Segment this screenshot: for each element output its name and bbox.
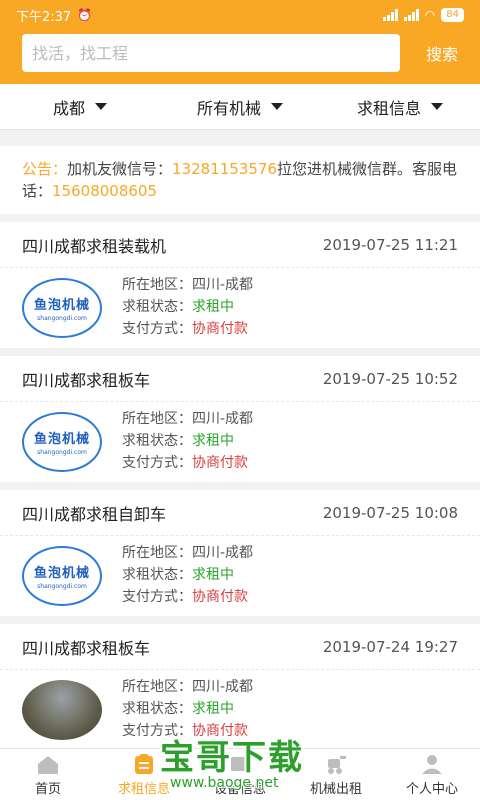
listing-card[interactable]: 四川成都求租板车 2019-07-25 10:52 鱼泡机械 shangongdi…: [0, 356, 480, 482]
listing-thumbnail: 鱼泡机械 shangongdi.com: [22, 546, 102, 606]
region-value: 四川-成都: [192, 411, 254, 427]
status-label: 求租状态：: [122, 701, 192, 717]
listing-card[interactable]: 四川成都求租自卸车 2019-07-25 10:08 鱼泡机械 shangongd…: [0, 490, 480, 616]
tab-machinery-rental[interactable]: 机械出租: [288, 749, 384, 800]
payment-value: 协商付款: [192, 723, 248, 739]
payment-value: 协商付款: [192, 321, 248, 337]
listing-title: 四川成都求租板车: [22, 370, 151, 390]
status-value: 求租中: [192, 567, 234, 583]
filter-info-type[interactable]: 求租信息: [320, 84, 480, 129]
filter-machinery-label: 所有机械: [196, 98, 261, 118]
tab-rent-requests-label: 求租信息: [117, 781, 170, 797]
listing-thumbnail: 鱼泡机械 shangongdi.com: [22, 278, 102, 338]
listing-card[interactable]: 四川成都求租装载机 2019-07-25 11:21 鱼泡机械 shangongd…: [0, 222, 480, 348]
tab-rent-requests[interactable]: 求租信息: [96, 749, 192, 800]
dropdown-arrow-icon: [431, 103, 443, 110]
listing-time: 2019-07-25 11:21: [322, 235, 458, 254]
announcement-label: 公告：: [22, 160, 68, 178]
company-logo: 鱼泡机械 shangongdi.com: [22, 546, 102, 606]
listing-body: 所在地区：四川-成都 求租状态：求租中 支付方式：协商付款: [0, 670, 480, 750]
payment-label: 支付方式：: [122, 723, 192, 739]
region-label: 所在地区：: [122, 679, 192, 695]
listing-header: 四川成都求租装载机 2019-07-25 11:21: [0, 222, 480, 268]
listing-header: 四川成都求租自卸车 2019-07-25 10:08: [0, 490, 480, 536]
filter-machinery[interactable]: 所有机械: [160, 84, 320, 129]
search-button[interactable]: 搜索: [412, 34, 472, 72]
signal-icon: [382, 9, 398, 21]
status-icons: ◠ 84: [382, 8, 464, 22]
listing-thumbnail: 鱼泡机械 shangongdi.com: [22, 412, 102, 472]
region-value: 四川-成都: [192, 545, 254, 561]
search-box[interactable]: [22, 34, 400, 72]
listing-header: 四川成都求租板车 2019-07-25 10:52: [0, 356, 480, 402]
clipboard-icon: [135, 753, 153, 774]
listing-body: 鱼泡机械 shangongdi.com 所在地区：四川-成都 求租状态：求租中 支…: [0, 536, 480, 616]
tab-home[interactable]: 首页: [0, 749, 96, 800]
tab-devices[interactable]: 设备信息: [192, 749, 288, 800]
tab-profile-label: 个人中心: [405, 781, 458, 797]
region-label: 所在地区：: [122, 545, 192, 561]
listing-info: 所在地区：四川-成都 求租状态：求租中 支付方式：协商付款: [122, 542, 253, 608]
listing-title: 四川成都求租板车: [22, 638, 151, 658]
status-time: 下午2:37: [16, 9, 72, 25]
company-logo: 鱼泡机械 shangongdi.com: [22, 412, 102, 472]
bottom-tab-bar: 首页 求租信息 设备信息 机械出租 个人中心: [0, 748, 480, 800]
tab-profile[interactable]: 个人中心: [384, 749, 480, 800]
status-bar: 下午2:37 ⏰ ◠ 84: [0, 0, 480, 30]
region-value: 四川-成都: [192, 277, 254, 293]
company-logo: 鱼泡机械 shangongdi.com: [22, 278, 102, 338]
listing-time: 2019-07-25 10:08: [322, 503, 458, 522]
listing-thumbnail: [22, 680, 102, 740]
status-label: 求租状态：: [122, 299, 192, 315]
announcement-text-1: 加机友微信号：: [67, 160, 173, 178]
tab-machinery-rental-label: 机械出租: [309, 781, 362, 797]
battery-icon: 84: [441, 8, 464, 22]
status-value: 求租中: [192, 433, 234, 449]
listing-title: 四川成都求租自卸车: [22, 504, 167, 524]
machinery-photo: [22, 680, 102, 740]
dropdown-arrow-icon: [271, 103, 283, 110]
dropdown-arrow-icon: [95, 103, 107, 110]
listing-info: 所在地区：四川-成都 求租状态：求租中 支付方式：协商付款: [122, 408, 253, 474]
region-label: 所在地区：: [122, 277, 192, 293]
person-icon: [422, 754, 442, 774]
listing-info: 所在地区：四川-成都 求租状态：求租中 支付方式：协商付款: [122, 676, 253, 742]
payment-label: 支付方式：: [122, 455, 192, 471]
status-value: 求租中: [192, 299, 234, 315]
signal-icon-2: [403, 9, 419, 21]
payment-label: 支付方式：: [122, 321, 192, 337]
listing-header: 四川成都求租板车 2019-07-24 19:27: [0, 624, 480, 670]
listing-body: 鱼泡机械 shangongdi.com 所在地区：四川-成都 求租状态：求租中 支…: [0, 402, 480, 482]
region-label: 所在地区：: [122, 411, 192, 427]
listing-title: 四川成都求租装载机: [22, 236, 167, 256]
listing-card[interactable]: 四川成都求租板车 2019-07-24 19:27 所在地区：四川-成都 求租状…: [0, 624, 480, 750]
filter-city-label: 成都: [52, 98, 85, 118]
status-value: 求租中: [192, 701, 234, 717]
wifi-icon: ◠: [424, 8, 436, 22]
wechat-number[interactable]: 13281153576: [172, 160, 277, 178]
filter-city[interactable]: 成都: [0, 84, 160, 129]
device-icon: [231, 756, 249, 771]
payment-label: 支付方式：: [122, 589, 192, 605]
listing-info: 所在地区：四川-成都 求租状态：求租中 支付方式：协商付款: [122, 274, 253, 340]
listing-time: 2019-07-25 10:52: [322, 369, 458, 388]
listing-body: 鱼泡机械 shangongdi.com 所在地区：四川-成都 求租状态：求租中 支…: [0, 268, 480, 348]
excavator-icon: [328, 755, 346, 774]
status-label: 求租状态：: [122, 433, 192, 449]
filter-bar: 成都 所有机械 求租信息: [0, 84, 480, 130]
filter-info-type-label: 求租信息: [356, 98, 421, 118]
payment-value: 协商付款: [192, 455, 248, 471]
tab-devices-label: 设备信息: [213, 781, 266, 797]
announcement: 公告：加机友微信号：13281153576拉您进机械微信群。客服电话：15608…: [0, 146, 480, 214]
app-header: 下午2:37 ⏰ ◠ 84 搜索: [0, 0, 480, 84]
service-phone[interactable]: 15608008605: [52, 182, 157, 200]
payment-value: 协商付款: [192, 589, 248, 605]
home-icon: [38, 755, 58, 774]
tab-home-label: 首页: [34, 781, 61, 797]
search-input[interactable]: [32, 43, 400, 63]
listing-time: 2019-07-24 19:27: [322, 637, 458, 656]
region-value: 四川-成都: [192, 679, 254, 695]
alarm-icon: ⏰: [77, 8, 93, 22]
status-label: 求租状态：: [122, 567, 192, 583]
